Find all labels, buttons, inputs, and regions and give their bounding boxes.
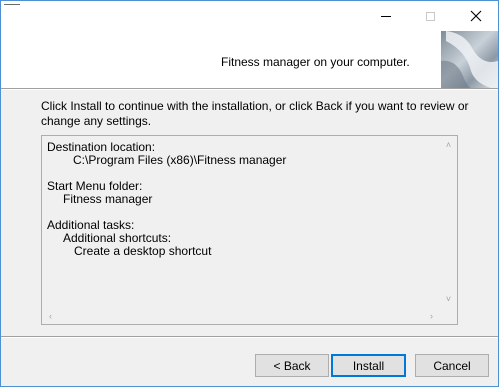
cancel-button[interactable]: Cancel bbox=[415, 354, 489, 377]
installer-window: Fitness manager on your computer. Click … bbox=[0, 0, 499, 387]
minimize-icon bbox=[380, 15, 391, 17]
back-button[interactable]: < Back bbox=[255, 354, 329, 377]
wizard-header: Fitness manager on your computer. bbox=[1, 31, 498, 88]
close-button[interactable] bbox=[453, 1, 498, 31]
wizard-image-icon bbox=[441, 31, 498, 88]
maximize-icon bbox=[426, 11, 435, 21]
scroll-left-icon[interactable]: ‹ bbox=[42, 307, 59, 324]
vertical-scrollbar[interactable]: ˄ ˅ bbox=[440, 136, 457, 307]
horizontal-scrollbar[interactable]: ‹ › bbox=[42, 307, 440, 324]
maximize-button bbox=[408, 1, 453, 31]
intro-text: Click Install to continue with the insta… bbox=[41, 99, 469, 129]
scroll-right-icon[interactable]: › bbox=[423, 307, 440, 324]
close-icon bbox=[470, 10, 481, 22]
header-text: Fitness manager on your computer. bbox=[221, 55, 410, 69]
install-button[interactable]: Install bbox=[331, 354, 406, 377]
intro-line-1: Click Install to continue with the insta… bbox=[41, 99, 469, 113]
scroll-down-icon[interactable]: ˅ bbox=[440, 290, 457, 307]
footer-divider-highlight bbox=[1, 337, 498, 338]
start-menu-value: Fitness manager bbox=[63, 192, 153, 206]
minimize-button[interactable] bbox=[363, 1, 408, 31]
memo-content: Destination location: C:\Program Files (… bbox=[47, 141, 286, 258]
intro-line-2: change any settings. bbox=[41, 114, 152, 128]
destination-value: C:\Program Files (x86)\Fitness manager bbox=[73, 153, 287, 167]
scroll-up-icon[interactable]: ˄ bbox=[440, 136, 457, 153]
title-bar bbox=[1, 1, 498, 31]
header-divider-highlight bbox=[1, 89, 498, 90]
app-icon bbox=[4, 4, 20, 9]
ready-memo[interactable]: Destination location: C:\Program Files (… bbox=[41, 135, 458, 325]
scrollbar-corner bbox=[440, 307, 457, 324]
shortcut-item: Create a desktop shortcut bbox=[74, 244, 212, 258]
